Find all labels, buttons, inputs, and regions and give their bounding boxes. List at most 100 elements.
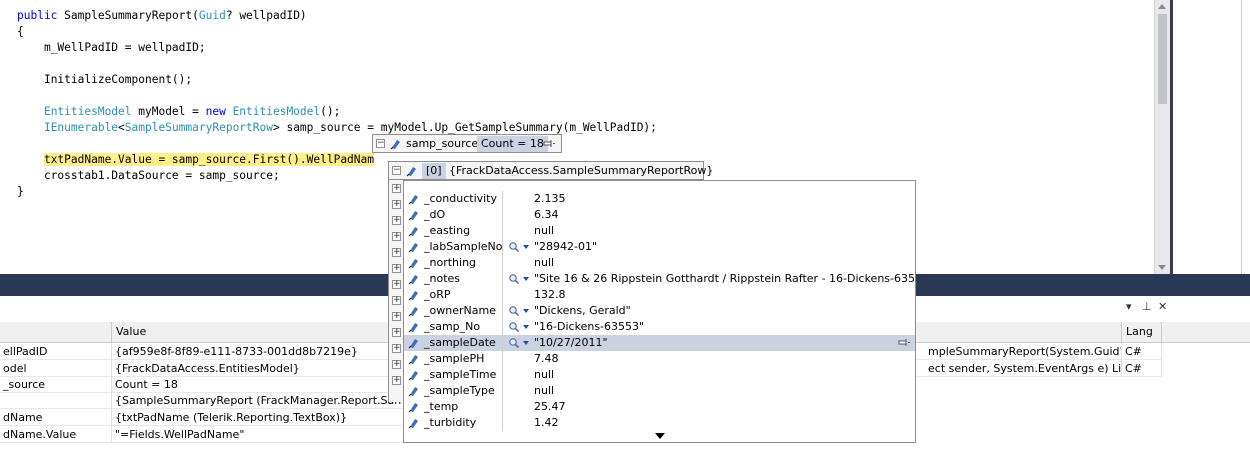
member-name: _conductivity (424, 192, 498, 205)
datatip-member-row[interactable]: _sampleTime null (404, 367, 915, 383)
column-separator (502, 271, 503, 287)
pin-icon[interactable]: ⊥ (1142, 300, 1152, 313)
column-separator (502, 319, 503, 335)
column-separator (502, 287, 503, 303)
magnifier-icon[interactable] (508, 337, 520, 349)
expand-toggle-icon[interactable]: + (392, 232, 401, 241)
member-value: 25.47 (534, 400, 566, 413)
scroll-up-icon[interactable] (1158, 4, 1166, 9)
field-icon (408, 227, 418, 237)
datatip-member-row[interactable]: _ownerName "Dickens, Gerald" (404, 303, 915, 319)
magnifier-icon[interactable] (508, 241, 520, 253)
field-icon (408, 195, 418, 205)
expand-toggle-icon[interactable]: + (392, 328, 401, 337)
expand-toggle-icon[interactable]: + (392, 360, 401, 369)
code-line-assign: m_WellPadID = wellpadID; (17, 40, 206, 56)
member-value: 2.135 (534, 192, 566, 205)
collapse-toggle-icon[interactable]: − (392, 166, 401, 175)
visualizer-dropdown-icon[interactable] (523, 245, 529, 249)
visualizer-dropdown-icon[interactable] (523, 341, 529, 345)
member-name: _easting (424, 224, 471, 237)
expand-toggle-icon[interactable]: + (392, 312, 401, 321)
right-scroll-strip[interactable] (1241, 0, 1250, 300)
datatip-member-list[interactable]: _conductivity 2.135 _dO 6.34 _easting null _la… (403, 180, 916, 443)
datatip-member-row[interactable]: _northing null (404, 255, 915, 271)
magnifier-icon[interactable] (508, 305, 520, 317)
datatip-member-row[interactable]: _temp 25.47 (404, 399, 915, 415)
current-statement-highlight: txtPadName.Value = samp_source.First().W… (43, 153, 374, 166)
member-name: _dO (424, 208, 446, 221)
code-line-model: EntitiesModel myModel = new EntitiesMode… (17, 104, 340, 120)
nested-expander-column: + + + + + + + + + + + + + (388, 180, 403, 402)
column-separator (502, 383, 503, 399)
datatip-member-row[interactable]: _dO 6.34 (404, 207, 915, 223)
expand-toggle-icon[interactable]: + (392, 200, 401, 209)
language-column-header[interactable]: Lang (1122, 322, 1162, 342)
datatip-root[interactable]: − samp_source Count = 18 (372, 134, 562, 153)
member-name: _oRP (424, 288, 451, 301)
expand-toggle-icon[interactable]: + (392, 264, 401, 273)
ctor-call-tail: (); (320, 105, 341, 118)
visualizer-dropdown-icon[interactable] (523, 309, 529, 313)
expand-toggle-icon[interactable]: + (392, 296, 401, 305)
datatip-member-row[interactable]: _turbidity 1.42 (404, 415, 915, 431)
pin-datatip-icon[interactable] (898, 336, 911, 349)
datatip-member-row[interactable]: _sampleType null (404, 383, 915, 399)
scroll-down-icon[interactable] (1158, 265, 1166, 270)
datatip-member-row[interactable]: _notes "Site 16 & 26 Rippstein Gotthardt … (404, 271, 915, 287)
field-icon (408, 403, 418, 413)
expand-toggle-icon[interactable]: + (392, 280, 401, 289)
field-icon (406, 167, 416, 177)
member-value: "28942-01" (534, 240, 598, 253)
datatip-member-row[interactable]: _sampleDate "10/27/2011" (404, 335, 915, 351)
call-stack-frame: mpleSummaryReport(System.Guid? (916, 343, 1122, 360)
type-row: SampleSummaryReportRow (124, 121, 273, 134)
call-stack-frame: ect sender, System.EventArgs e) Line 25 (916, 360, 1122, 377)
expand-toggle-icon[interactable]: + (392, 248, 401, 257)
datatip-member-row[interactable]: _samp_No "16-Dickens-63553" (404, 319, 915, 335)
name-column-header[interactable] (0, 322, 112, 342)
datatip-member-row[interactable]: _labSampleNo "28942-01" (404, 239, 915, 255)
code-line-init: InitializeComponent(); (17, 72, 192, 88)
member-value: 6.34 (534, 208, 559, 221)
locals-name: dName (0, 409, 112, 426)
datatip-member-row[interactable]: _conductivity 2.135 (404, 191, 915, 207)
type-entitiesmodel: EntitiesModel (43, 105, 132, 118)
field-icon (408, 419, 418, 429)
column-separator (502, 191, 503, 207)
expand-toggle-icon[interactable]: + (392, 376, 401, 385)
window-menu-icon[interactable]: ▾ (1126, 300, 1132, 313)
column-separator (502, 367, 503, 383)
member-name: _samp_No (424, 320, 481, 333)
datatip-item[interactable]: − [0] {FrackDataAccess.SampleSummaryRepo… (388, 161, 713, 180)
keyword-public: public (17, 9, 58, 22)
code-line-signature: public SampleSummaryReport(Guid? wellpad… (17, 8, 307, 24)
visualizer-dropdown-icon[interactable] (523, 325, 529, 329)
locals-name (0, 392, 112, 409)
magnifier-icon[interactable] (508, 273, 520, 285)
scroll-thumb[interactable] (1158, 14, 1167, 104)
magnifier-icon[interactable] (508, 321, 520, 333)
member-value: "16-Dickens-63553" (534, 320, 645, 333)
expand-toggle-icon[interactable]: + (392, 184, 401, 193)
type-entitiesmodel-ctor: EntitiesModel (225, 105, 321, 118)
member-value: null (534, 368, 555, 381)
datatip-member-row[interactable]: _samplePH 7.48 (404, 351, 915, 367)
expand-toggle-icon[interactable]: + (392, 216, 401, 225)
datatip-member-row[interactable]: _easting null (404, 223, 915, 239)
scroll-more-icon[interactable] (655, 433, 665, 439)
member-name: _sampleDate (424, 336, 496, 349)
visualizer-dropdown-icon[interactable] (523, 277, 529, 281)
collapse-toggle-icon[interactable]: − (376, 139, 385, 148)
code-line-brace-close: } (17, 185, 24, 198)
member-value: "Dickens, Gerald" (534, 304, 631, 317)
field-icon (408, 339, 418, 349)
column-separator (502, 303, 503, 319)
editor-vertical-scrollbar[interactable] (1154, 0, 1170, 274)
field-icon (408, 371, 418, 381)
close-icon[interactable]: ✕ (1158, 300, 1167, 313)
datatip-member-row[interactable]: _oRP 132.8 (404, 287, 915, 303)
member-value: 132.8 (534, 288, 566, 301)
expand-toggle-icon[interactable]: + (392, 344, 401, 353)
pin-datatip-icon[interactable] (543, 137, 556, 150)
